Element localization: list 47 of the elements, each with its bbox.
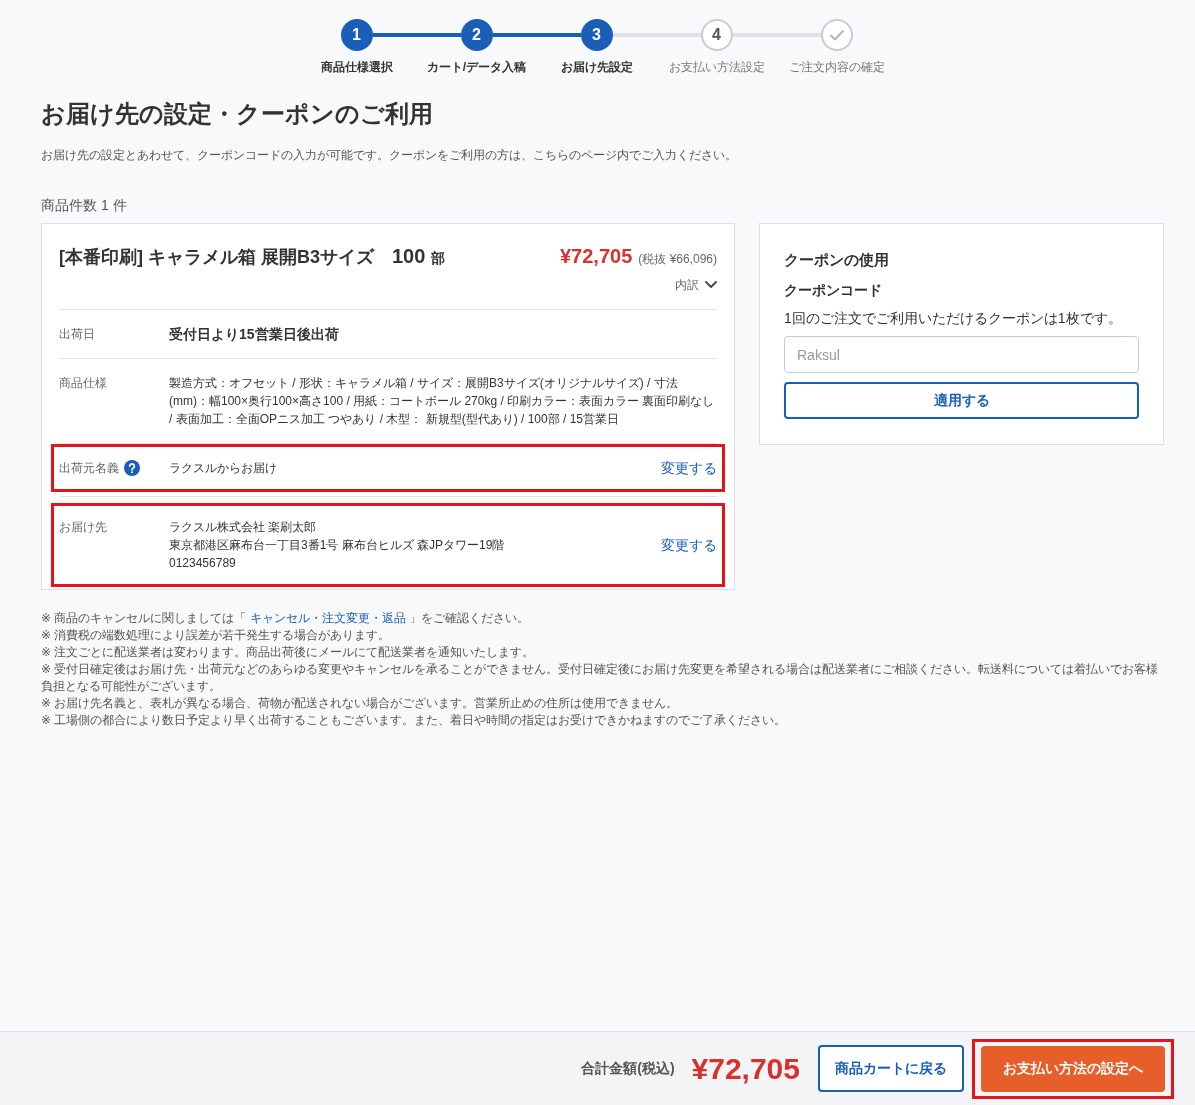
apply-button[interactable]: 適用する [784, 382, 1139, 419]
total-label: 合計金額(税込) [581, 1059, 675, 1078]
detail-value: ラクスルからお届け [169, 460, 278, 477]
note-text: ※ 注文ごとに配送業者は変わります。商品出荷後にメールにて配送業者を通知いたします。 [41, 644, 536, 661]
change-link[interactable]: 変更する [661, 459, 717, 477]
step-label: お支払い方法設定 [668, 59, 765, 75]
step-number: 2 [460, 19, 493, 51]
field-label: クーポンコード [784, 281, 883, 300]
detail-label: 出荷日 [59, 325, 95, 343]
detail-value: 東京都港区麻布台一丁目3番1号 麻布台ヒルズ 森JPタワー19階 [169, 537, 506, 554]
product-title: [本番印刷] キャラメル箱 展開B3サイズ [59, 246, 374, 269]
detail-label: お届け先 [59, 518, 107, 536]
item-count: 商品件数 1 件 [41, 196, 128, 215]
step-label: 商品仕様選択 [320, 59, 393, 75]
detail-value: 受付日より15営業日後出荷 [169, 325, 340, 343]
help-icon[interactable] [124, 460, 140, 476]
quantity-text: 100 [392, 244, 426, 269]
step-label: カート/データ入稿 [426, 59, 527, 75]
step-number: 4 [700, 19, 733, 51]
step-label: ご注文内容の確定 [788, 59, 885, 75]
detail-value: 製造方式：オフセット / 形状：キャラメル箱 / サイズ：展開B3サイズ(オリジナルサイズ) / 寸法(mm)：幅100×奥行100×高さ100 / 用紙：コートボール 270kg / 印刷カラー：表面カラー 裏面印刷なし / 表面加工：全面OPニス加工 つやあり / 木型： 新規型(型代あり) / 100部 / 15営業日 [169, 375, 716, 428]
detail-label: 出荷元名義 [59, 459, 119, 477]
detail-value: 0123456789 [169, 555, 237, 572]
quantity-unit: 部 [431, 249, 446, 268]
note-text: ※ 工場側の都合により数日予定より早く出荷することもございます。また、着日や時間の指定はお受けできかねますのでご了承ください。 [41, 712, 788, 729]
note-text: ※ 商品のキャンセルに関しましては「 キャンセル・注文変更・返品 」をご確認ください。 [41, 610, 531, 627]
cancel-policy-link[interactable]: キャンセル・注文変更・返品 [249, 611, 406, 625]
note-text: ※ お届け先名義と、表札が異なる場合、荷物が配送されない場合がございます。営業所止めの住所は使用できません。 [41, 695, 680, 712]
change-link[interactable]: 変更する [661, 536, 717, 554]
step-number: 1 [340, 19, 373, 51]
next-step-button[interactable]: お支払い方法の設定へ [981, 1045, 1165, 1092]
note-text: ※ 受付日確定後はお届け先・出荷元などのあらゆる変更やキャンセルを承ることができません。受付日確定後にお届け先変更を希望される場合は配送業者にご相談ください。転送料については着払いでお客様負担となる可能性がございます。 [41, 661, 1160, 695]
price-text: ¥72,705 [560, 244, 633, 269]
page-description: お届け先の設定とあわせて、クーポンコードの入力が可能です。クーポンをご利用の方は、こちらのページ内でご入力ください。 [41, 147, 738, 164]
coupon-note: 1回のご注文でご利用いただけるクーポンは1枚です。 [784, 309, 1123, 328]
step-number: 3 [580, 19, 613, 51]
coupon-code-field[interactable]: Raksul [784, 336, 1139, 373]
detail-label: 商品仕様 [59, 374, 107, 392]
back-to-cart-button[interactable]: 商品カートに戻る [818, 1045, 964, 1092]
tax-excluded-price: (税抜 ¥66,096) [638, 251, 717, 268]
step-label: お届け先設定 [560, 59, 633, 75]
breakdown-toggle[interactable]: 内訳 [675, 276, 717, 294]
total-price: ¥72,705 [691, 1050, 800, 1087]
page-title: お届け先の設定・クーポンのご利用 [41, 99, 434, 129]
coupon-title: クーポンの使用 [784, 250, 890, 270]
note-text: ※ 消費税の端数処理により誤差が若干発生する場合があります。 [41, 627, 392, 644]
detail-value: ラクスル株式会社 楽刷太郎 [169, 519, 318, 536]
